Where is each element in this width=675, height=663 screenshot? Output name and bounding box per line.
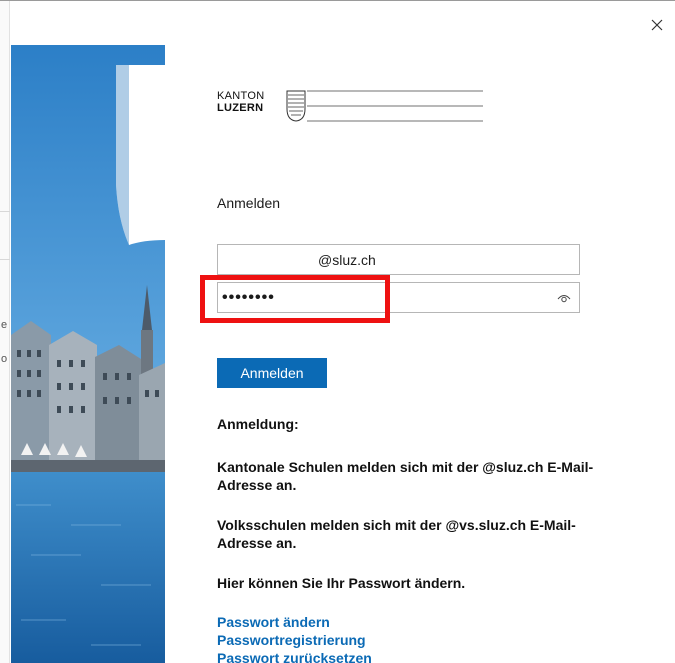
reset-password-link[interactable]: Passwort zurücksetzen bbox=[217, 649, 372, 663]
change-password-link[interactable]: Passwort ändern bbox=[217, 613, 372, 631]
coat-of-arms-icon bbox=[286, 90, 306, 122]
email-input[interactable] bbox=[218, 245, 579, 274]
form-heading: Anmelden bbox=[217, 195, 281, 211]
background-window-edge: e o bbox=[0, 1, 10, 663]
lucerne-city-photo bbox=[11, 45, 165, 663]
close-icon bbox=[651, 19, 663, 31]
info-heading: Anmeldung: bbox=[217, 416, 299, 432]
logo-line-luzern: LUZERN bbox=[217, 102, 264, 114]
sign-in-button[interactable]: Anmelden bbox=[217, 358, 327, 388]
edge-divider bbox=[0, 259, 10, 260]
password-links: Passwort ändern Passwortregistrierung Pa… bbox=[217, 613, 372, 663]
info-change-password: Hier können Sie Ihr Passwort ändern. bbox=[217, 575, 466, 591]
email-field[interactable] bbox=[217, 244, 580, 275]
password-registration-link[interactable]: Passwortregistrierung bbox=[217, 631, 372, 649]
edge-divider bbox=[0, 211, 10, 212]
sign-in-dialog: e o KANTON LUZERN Anmelden @sluz.ch ••••… bbox=[0, 0, 675, 663]
kanton-luzern-logo: KANTON LUZERN bbox=[217, 89, 483, 123]
edge-text: o bbox=[1, 353, 8, 365]
password-input[interactable] bbox=[218, 283, 579, 312]
logo-line-kanton: KANTON bbox=[217, 90, 265, 102]
edge-text: e bbox=[1, 319, 8, 331]
password-field[interactable] bbox=[217, 282, 580, 313]
logo-wordmark: KANTON LUZERN bbox=[217, 91, 264, 114]
info-cantonal-schools: Kantonale Schulen melden sich mit der @s… bbox=[217, 459, 594, 493]
logo-rule-lines bbox=[307, 90, 483, 122]
info-primary-schools: Volksschulen melden sich mit der @vs.slu… bbox=[217, 517, 576, 551]
close-button[interactable] bbox=[649, 17, 665, 33]
reveal-password-eye-icon[interactable] bbox=[557, 292, 571, 304]
